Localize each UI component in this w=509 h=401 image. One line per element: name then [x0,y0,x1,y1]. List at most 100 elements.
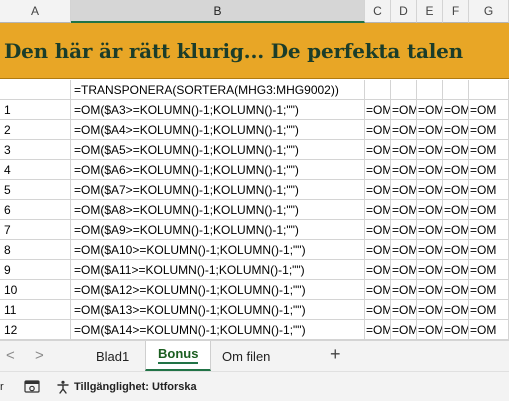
cell-a[interactable]: 11 [0,300,71,320]
macro-recording-icon[interactable] [24,372,40,401]
cell-spill[interactable]: =OM [443,240,469,260]
cell-spill[interactable]: =OM [391,180,417,200]
cell-a[interactable]: 9 [0,260,71,280]
cell-a[interactable]: 1 [0,100,71,120]
accessibility-status[interactable]: Tillgänglighet: Utforska [56,372,197,401]
cell-spill[interactable]: =OM [469,200,509,220]
cell-spill[interactable] [391,80,417,100]
sheet-tab-om-filen[interactable]: Om filen [210,341,282,371]
cell-spill[interactable]: =OM [365,180,391,200]
cell-spill[interactable]: =OM [469,260,509,280]
scroll-tabs-right-icon[interactable]: > [35,347,44,364]
cell-b-formula[interactable]: =OM($A14>=KOLUMN()-1;KOLUMN()-1;"") [71,320,365,340]
cell-spill[interactable]: =OM [469,120,509,140]
sheet-tab-bonus[interactable]: Bonus [145,341,212,371]
cell-spill[interactable]: =OM [469,140,509,160]
cell-spill[interactable]: =OM [469,300,509,320]
cell-spill[interactable]: =OM [469,160,509,180]
column-header-e[interactable]: E [417,0,443,23]
cell-spill[interactable]: =OM [469,280,509,300]
cell-a[interactable]: 8 [0,240,71,260]
cell-a[interactable]: 2 [0,120,71,140]
cell-spill[interactable]: =OM [417,300,443,320]
cell-b-formula[interactable]: =OM($A7>=KOLUMN()-1;KOLUMN()-1;"") [71,180,365,200]
cell-spill[interactable]: =OM [365,140,391,160]
cell-spill[interactable]: =OM [365,200,391,220]
cell-spill[interactable]: =OM [443,300,469,320]
cell-a[interactable]: 10 [0,280,71,300]
cell-spill[interactable]: =OM [391,200,417,220]
cell-spill[interactable]: =OM [365,280,391,300]
cell-a[interactable]: 4 [0,160,71,180]
cell-spill[interactable]: =OM [365,300,391,320]
sheet-tab-blad1[interactable]: Blad1 [84,341,141,371]
cell-b-formula[interactable]: =OM($A13>=KOLUMN()-1;KOLUMN()-1;"") [71,300,365,320]
cell-spill[interactable]: =OM [417,160,443,180]
cell-spill[interactable]: =OM [417,200,443,220]
column-header-b[interactable]: B [71,0,365,23]
add-sheet-button[interactable]: + [330,344,341,365]
cell-b-formula[interactable]: =TRANSPONERA(SORTERA(MHG3:MHG9002)) [71,80,365,100]
cell-spill[interactable]: =OM [365,100,391,120]
cell-spill[interactable]: =OM [469,220,509,240]
cell-a[interactable]: 6 [0,200,71,220]
cell-spill[interactable]: =OM [365,220,391,240]
cell-a[interactable] [0,80,71,100]
cell-spill[interactable]: =OM [391,320,417,340]
cell-spill[interactable]: =OM [417,140,443,160]
cell-spill[interactable]: =OM [443,220,469,240]
cell-spill[interactable]: =OM [443,260,469,280]
cell-a[interactable]: 3 [0,140,71,160]
cell-spill[interactable]: =OM [469,240,509,260]
cell-spill[interactable]: =OM [417,320,443,340]
cell-b-formula[interactable]: =OM($A5>=KOLUMN()-1;KOLUMN()-1;"") [71,140,365,160]
cell-spill[interactable]: =OM [365,320,391,340]
title-banner[interactable]: Den här är rätt klurig... De perfekta ta… [0,23,509,79]
cell-spill[interactable]: =OM [365,120,391,140]
cell-spill[interactable]: =OM [443,100,469,120]
cell-a[interactable]: 7 [0,220,71,240]
cell-spill[interactable] [365,80,391,100]
cell-spill[interactable]: =OM [365,260,391,280]
cell-spill[interactable]: =OM [469,100,509,120]
cell-spill[interactable]: =OM [469,320,509,340]
cell-spill[interactable]: =OM [391,100,417,120]
column-header-g[interactable]: G [469,0,509,23]
cell-b-formula[interactable]: =OM($A6>=KOLUMN()-1;KOLUMN()-1;"") [71,160,365,180]
cell-spill[interactable]: =OM [443,320,469,340]
cell-a[interactable]: 12 [0,320,71,340]
cell-spill[interactable]: =OM [417,120,443,140]
cell-spill[interactable]: =OM [443,160,469,180]
cell-spill[interactable]: =OM [391,140,417,160]
cell-spill[interactable]: =OM [443,280,469,300]
column-header-f[interactable]: F [443,0,469,23]
cell-b-formula[interactable]: =OM($A3>=KOLUMN()-1;KOLUMN()-1;"") [71,100,365,120]
cell-b-formula[interactable]: =OM($A10>=KOLUMN()-1;KOLUMN()-1;"") [71,240,365,260]
cell-spill[interactable]: =OM [365,240,391,260]
cell-spill[interactable]: =OM [417,260,443,280]
cell-spill[interactable]: =OM [443,180,469,200]
spreadsheet-grid[interactable]: ABCDEFG Den här är rätt klurig... De per… [0,0,509,340]
cell-spill[interactable]: =OM [417,100,443,120]
cell-spill[interactable]: =OM [391,220,417,240]
column-header-d[interactable]: D [391,0,417,23]
cell-b-formula[interactable]: =OM($A9>=KOLUMN()-1;KOLUMN()-1;"") [71,220,365,240]
cell-b-formula[interactable]: =OM($A4>=KOLUMN()-1;KOLUMN()-1;"") [71,120,365,140]
cell-spill[interactable]: =OM [391,280,417,300]
cell-spill[interactable]: =OM [443,200,469,220]
cell-spill[interactable]: =OM [391,260,417,280]
cell-spill[interactable]: =OM [391,120,417,140]
scroll-tabs-left-icon[interactable]: < [6,347,15,364]
cell-spill[interactable]: =OM [391,300,417,320]
cell-spill[interactable] [417,80,443,100]
cell-spill[interactable]: =OM [443,140,469,160]
column-header-a[interactable]: A [0,0,71,23]
cell-a[interactable]: 5 [0,180,71,200]
cell-b-formula[interactable]: =OM($A12>=KOLUMN()-1;KOLUMN()-1;"") [71,280,365,300]
cell-spill[interactable]: =OM [417,180,443,200]
column-header-c[interactable]: C [365,0,391,23]
cell-spill[interactable]: =OM [469,180,509,200]
cell-b-formula[interactable]: =OM($A11>=KOLUMN()-1;KOLUMN()-1;"") [71,260,365,280]
cell-b-formula[interactable]: =OM($A8>=KOLUMN()-1;KOLUMN()-1;"") [71,200,365,220]
cell-spill[interactable]: =OM [391,160,417,180]
